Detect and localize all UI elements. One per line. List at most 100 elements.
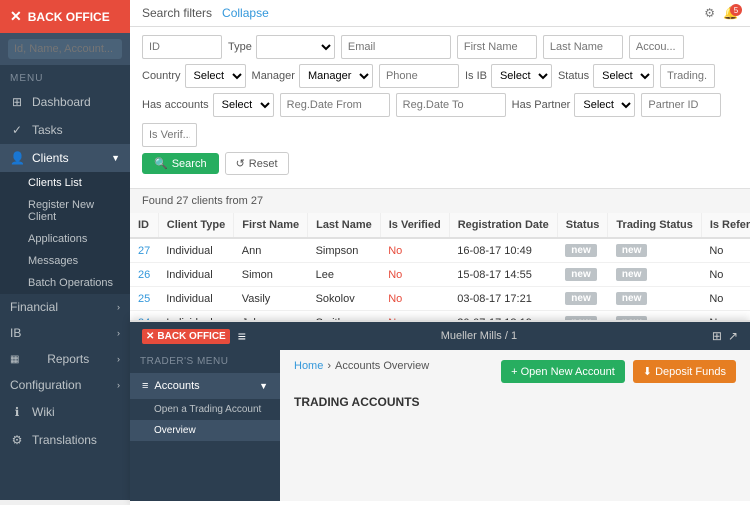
accounts-icon: ≡ xyxy=(142,380,148,392)
open-new-account-button[interactable]: + Open New Account xyxy=(501,360,625,383)
cell-trading-status: new xyxy=(608,238,701,263)
partner-id-filter-group xyxy=(641,93,721,117)
lastname-input[interactable] xyxy=(543,35,623,59)
breadcrumb-home[interactable]: Home xyxy=(294,360,323,372)
trading-input[interactable] xyxy=(660,64,715,88)
collapse-link[interactable]: Collapse xyxy=(222,6,269,20)
sidebar-item-dashboard[interactable]: ⊞ Dashboard xyxy=(0,88,130,116)
reset-icon: ↺ xyxy=(236,157,245,170)
sidebar-item-reports[interactable]: ▦ Reports › xyxy=(0,346,130,372)
overlay-main-content: Home › Accounts Overview + Open New Acco… xyxy=(280,350,750,501)
sidebar-item-label: Wiki xyxy=(32,405,55,419)
main-header: Search filters Collapse ⚙ 🔔 5 xyxy=(130,0,750,27)
overlay-arrow-icon[interactable]: ↗ xyxy=(728,329,738,343)
deposit-funds-button[interactable]: ⬇ Deposit Funds xyxy=(633,360,736,383)
header-icons: ⚙ 🔔 5 xyxy=(704,6,738,20)
search-icon: 🔍 xyxy=(154,157,168,170)
account-filter-group xyxy=(629,35,684,59)
table-row: 27 Individual Ann Simpson No 16-08-17 10… xyxy=(130,238,750,263)
reset-button[interactable]: ↺ Reset xyxy=(225,152,289,175)
sidebar-item-tasks[interactable]: ✓ Tasks xyxy=(0,116,130,144)
cell-type: Individual xyxy=(158,287,233,311)
has-accounts-label: Has accounts xyxy=(142,99,209,111)
hamburger-icon[interactable]: ≡ xyxy=(238,328,246,344)
gear-icon[interactable]: ⚙ xyxy=(704,6,715,20)
account-input[interactable] xyxy=(629,35,684,59)
reg-date-from-input[interactable] xyxy=(280,93,390,117)
manager-select[interactable]: Manager xyxy=(299,64,373,88)
firstname-input[interactable] xyxy=(457,35,537,59)
overlay-grid-icon[interactable]: ⊞ xyxy=(712,329,722,343)
phone-input[interactable] xyxy=(379,64,459,88)
search-filters: Type Individual Corporate C xyxy=(130,27,750,189)
translate-icon: ⚙ xyxy=(10,433,24,447)
cell-id[interactable]: 26 xyxy=(130,263,158,287)
sidebar-item-financial[interactable]: Financial › xyxy=(0,294,130,320)
submenu-messages[interactable]: Messages xyxy=(0,250,130,272)
type-select[interactable]: Individual Corporate xyxy=(256,35,335,59)
overlay-body: TRADER'S MENU ≡ Accounts ▼ Open a Tradin… xyxy=(130,350,750,501)
cell-first-name: Ann xyxy=(234,238,308,263)
sidebar-logo[interactable]: ✕ BACK OFFICE xyxy=(0,0,130,33)
col-header-reg-date: Registration Date xyxy=(449,213,557,238)
email-input[interactable] xyxy=(341,35,451,59)
cell-referral: No xyxy=(701,287,750,311)
cell-id[interactable]: 25 xyxy=(130,287,158,311)
sidebar-item-wiki[interactable]: ℹ Wiki xyxy=(0,398,130,426)
submenu-register-new-client[interactable]: Register New Client xyxy=(0,194,130,228)
type-label: Type xyxy=(228,41,252,53)
bell-icon[interactable]: 🔔 5 xyxy=(723,6,738,20)
status-filter-group: Status Select xyxy=(558,64,654,88)
chevron-right-icon: › xyxy=(117,302,120,312)
submenu-clients-list[interactable]: Clients List xyxy=(0,172,130,194)
status-select[interactable]: Select xyxy=(593,64,654,88)
sidebar-item-translations[interactable]: ⚙ Translations xyxy=(0,426,130,454)
cell-reg-date: 03-08-17 17:21 xyxy=(449,287,557,311)
submenu-applications[interactable]: Applications xyxy=(0,228,130,250)
submenu-batch-operations[interactable]: Batch Operations xyxy=(0,272,130,294)
is-ib-label: Is IB xyxy=(465,70,487,82)
overlay-actions: + Open New Account ⬇ Deposit Funds xyxy=(501,360,736,383)
firstname-filter-group xyxy=(457,35,537,59)
cell-first-name: Simon xyxy=(234,263,308,287)
status-label: Status xyxy=(558,70,589,82)
overlay-menu-accounts[interactable]: ≡ Accounts ▼ xyxy=(130,373,280,399)
cell-last-name: Lee xyxy=(308,263,381,287)
sidebar-item-ib[interactable]: IB › xyxy=(0,320,130,346)
cell-trading-status: new xyxy=(608,263,701,287)
col-header-first-name: First Name xyxy=(234,213,308,238)
is-verified-input[interactable] xyxy=(142,123,197,147)
cell-verified: No xyxy=(380,263,449,287)
table-header-row: ID Client Type First Name Last Name Is V… xyxy=(130,213,750,238)
reg-date-to-input[interactable] xyxy=(396,93,506,117)
overlay-header: ✕ BACK OFFICE ≡ Mueller Mills / 1 ⊞ ↗ xyxy=(130,322,750,350)
has-partner-select[interactable]: Select xyxy=(574,93,635,117)
overlay-user-info: Mueller Mills / 1 xyxy=(441,330,517,342)
overlay-submenu-overview[interactable]: Overview xyxy=(130,420,280,441)
sidebar-item-configuration[interactable]: Configuration › xyxy=(0,372,130,398)
partner-id-input[interactable] xyxy=(641,93,721,117)
cell-id[interactable]: 27 xyxy=(130,238,158,263)
country-label: Country xyxy=(142,70,181,82)
sidebar-item-clients[interactable]: 👤 Clients ▼ xyxy=(0,144,130,172)
sidebar-item-label: IB xyxy=(10,326,21,340)
country-select[interactable]: Select xyxy=(185,64,246,88)
cell-type: Individual xyxy=(158,263,233,287)
trading-filter-group xyxy=(660,64,715,88)
col-header-id: ID xyxy=(130,213,158,238)
overlay-sidebar: TRADER'S MENU ≡ Accounts ▼ Open a Tradin… xyxy=(130,350,280,501)
has-partner-filter-group: Has Partner Select xyxy=(512,93,636,117)
search-button[interactable]: 🔍 Search xyxy=(142,153,219,174)
has-accounts-select[interactable]: Select xyxy=(213,93,274,117)
results-info: Found 27 clients from 27 xyxy=(130,189,750,213)
is-ib-select[interactable]: Select xyxy=(491,64,552,88)
col-header-last-name: Last Name xyxy=(308,213,381,238)
cell-status: new xyxy=(557,238,608,263)
tasks-icon: ✓ xyxy=(10,123,24,137)
search-input[interactable] xyxy=(8,39,122,59)
id-input[interactable] xyxy=(142,35,222,59)
sidebar-item-label: Reports xyxy=(47,352,89,366)
overlay-submenu-open-trading[interactable]: Open a Trading Account xyxy=(130,399,280,420)
overlay-header-icons: ⊞ ↗ xyxy=(712,329,738,343)
is-verified-filter-group xyxy=(142,123,197,147)
